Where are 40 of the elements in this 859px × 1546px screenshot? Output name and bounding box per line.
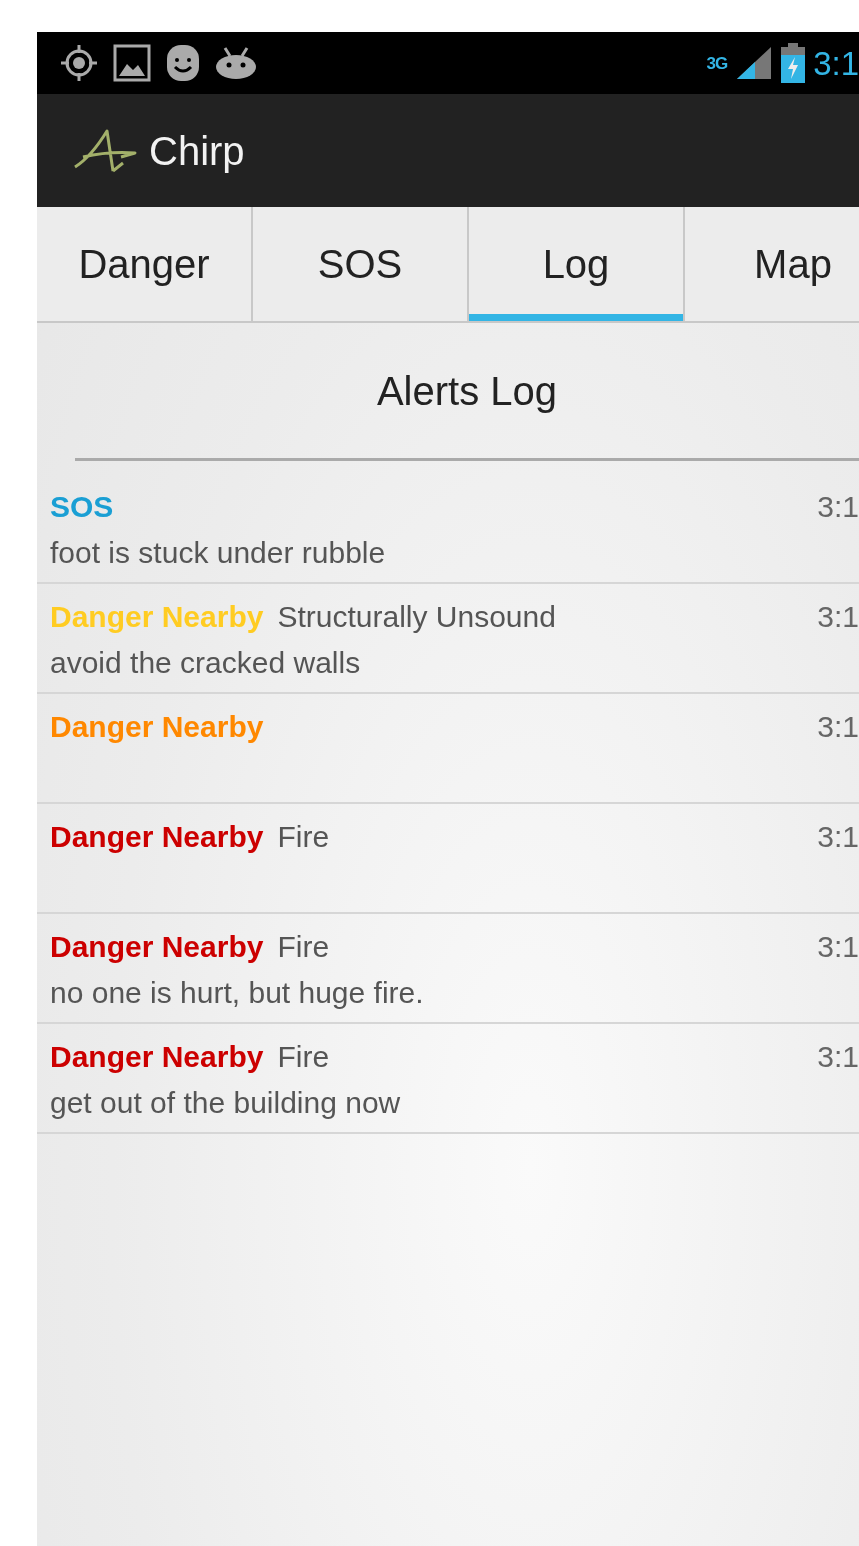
- alert-row[interactable]: SOS foot is stuck under rubble 3:1: [37, 461, 859, 584]
- tab[interactable]: SOS: [253, 207, 469, 321]
- alert-time: 3:1: [817, 489, 859, 525]
- alert-time: 3:1: [817, 599, 859, 635]
- battery-icon: [781, 43, 806, 83]
- status-time: 3:1: [813, 46, 859, 80]
- alert-time: 3:1: [817, 1039, 859, 1075]
- alert-row[interactable]: Danger Nearby Fire 3:1: [37, 804, 859, 914]
- alert-time: 3:1: [817, 709, 859, 745]
- smiley-face-icon: [165, 43, 201, 83]
- alert-message: foot is stuck under rubble: [50, 535, 387, 571]
- alert-category: Fire: [277, 929, 330, 965]
- app-title: Chirp: [149, 127, 245, 175]
- alert-row[interactable]: Danger Nearby Structurally Unsound avoid the cracked walls 3:1: [37, 584, 859, 694]
- alert-category: Fire: [277, 1039, 330, 1075]
- alert-row[interactable]: Danger Nearby Fire no one is hurt, but huge fire. 3:1: [37, 914, 859, 1024]
- alert-type: Danger Nearby: [50, 929, 264, 965]
- alert-type: Danger Nearby: [50, 819, 264, 855]
- alert-type: Danger Nearby: [50, 599, 264, 635]
- tab[interactable]: Danger: [37, 207, 253, 321]
- location-icon: [59, 43, 99, 83]
- alert-time: 3:1: [817, 819, 859, 855]
- alert-message: get out of the building now: [50, 1085, 402, 1121]
- alert-message: no one is hurt, but huge fire.: [50, 975, 425, 1011]
- alert-category: Structurally Unsound: [277, 599, 556, 635]
- alert-time: 3:1: [817, 929, 859, 965]
- signal-icon: [735, 45, 774, 81]
- alert-row[interactable]: Danger Nearby Fire get out of the building now 3:1: [37, 1024, 859, 1134]
- log-title: Alerts Log: [376, 367, 558, 415]
- tab[interactable]: Log: [469, 207, 685, 321]
- alert-row[interactable]: Danger Nearby 3:1: [37, 694, 859, 804]
- network-type: 3G: [706, 54, 728, 72]
- tab[interactable]: Map: [685, 207, 859, 321]
- alert-category: Fire: [277, 819, 330, 855]
- image-icon: [113, 44, 151, 82]
- alert-type: SOS: [50, 489, 114, 525]
- alert-message: avoid the cracked walls: [50, 645, 362, 681]
- robot-icon: [215, 46, 257, 80]
- alert-type: Danger Nearby: [50, 709, 264, 745]
- alert-type: Danger Nearby: [50, 1039, 264, 1075]
